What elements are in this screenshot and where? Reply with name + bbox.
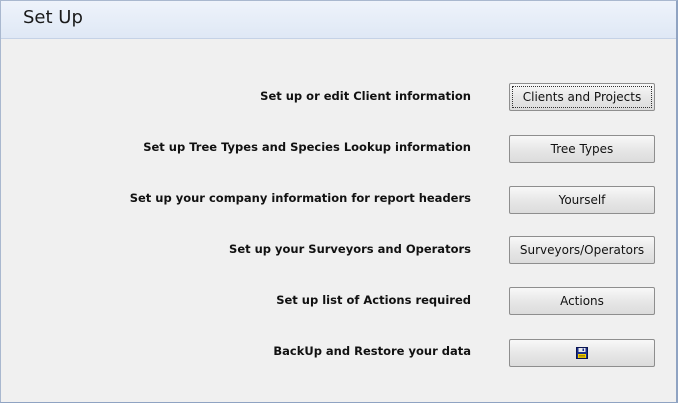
tree-types-button[interactable]: Tree Types — [509, 135, 655, 163]
clients-and-projects-button[interactable]: Clients and Projects — [509, 83, 655, 111]
company-info-label: Set up your company information for repo… — [129, 191, 471, 205]
surveyors-operators-button[interactable]: Surveyors/Operators — [509, 236, 655, 264]
actions-button[interactable]: Actions — [509, 287, 655, 315]
page-title: Set Up — [23, 7, 83, 28]
tree-types-label: Set up Tree Types and Species Lookup inf… — [143, 140, 471, 154]
window-header: Set Up — [1, 1, 676, 39]
clients-label: Set up or edit Client information — [260, 89, 471, 103]
backup-restore-button[interactable] — [509, 339, 655, 367]
yourself-button[interactable]: Yourself — [509, 186, 655, 214]
surveyors-label: Set up your Surveyors and Operators — [229, 242, 471, 256]
setup-panel: Set up or edit Client information Client… — [1, 39, 676, 402]
setup-window: Set Up Set up or edit Client information… — [0, 0, 678, 403]
backup-label: BackUp and Restore your data — [273, 344, 471, 358]
save-disk-icon — [576, 346, 588, 359]
actions-label: Set up list of Actions required — [276, 293, 471, 307]
